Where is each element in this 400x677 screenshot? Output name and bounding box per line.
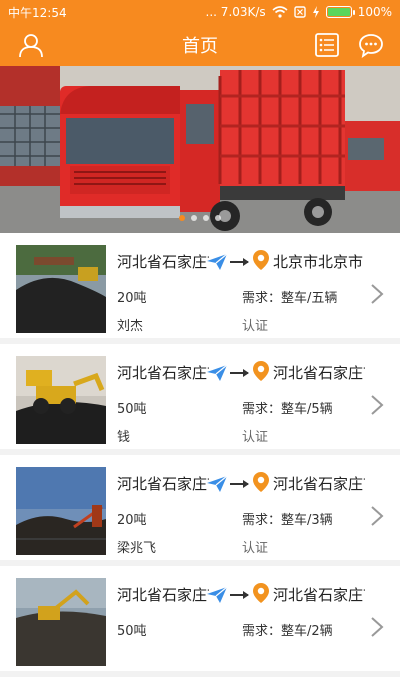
origin-location: 河北省石家庄市	[117, 475, 209, 493]
send-icon	[207, 475, 228, 492]
certification-badge: 认证	[242, 319, 269, 334]
vehicle-demand: 需求：整车/2辆	[242, 624, 333, 639]
truck-banner-image	[0, 66, 400, 233]
carousel-dot[interactable]	[215, 215, 221, 221]
origin-location: 河北省石家庄市	[117, 586, 209, 604]
nav-bar: 首页	[0, 24, 400, 66]
coal-yard-thumbnail	[16, 467, 106, 555]
cargo-weight: 20吨	[117, 291, 147, 306]
contact-name: 刘杰	[117, 319, 144, 334]
location-pin-icon	[253, 472, 269, 492]
list-item[interactable]: 河北省石家庄市 北京市北京市 20吨 需求：整车/五辆 刘杰 认证	[0, 233, 400, 338]
send-icon	[207, 253, 228, 270]
route-arrow	[230, 258, 249, 266]
cargo-list: 河北省石家庄市 北京市北京市 20吨 需求：整车/五辆 刘杰 认证 河北省石家庄…	[0, 233, 400, 677]
vehicle-demand: 需求：整车/5辆	[242, 402, 333, 417]
charging-icon	[312, 6, 319, 18]
carousel-dot[interactable]	[203, 215, 209, 221]
network-speed: ... 7.03K/s	[205, 5, 266, 19]
destination-location: 河北省石家庄市	[273, 586, 365, 604]
no-sim-icon	[293, 6, 306, 18]
battery-fill	[327, 8, 350, 16]
carousel-dots	[0, 215, 400, 221]
list-item[interactable]: 河北省石家庄市 河北省石家庄市 20吨 需求：整车/3辆 梁兆飞 认证	[0, 455, 400, 560]
list-icon[interactable]	[314, 32, 340, 58]
list-item[interactable]: 河北省石家庄市 河北省石家庄市 50吨 需求：整车/2辆	[0, 566, 400, 671]
wifi-icon	[272, 6, 288, 18]
carousel-dot[interactable]	[179, 215, 185, 221]
send-icon	[207, 586, 228, 603]
battery-percent: 100%	[357, 5, 392, 19]
send-icon	[207, 364, 228, 381]
battery-icon	[325, 6, 355, 18]
status-right: ... 7.03K/s 100%	[206, 5, 392, 19]
chevron-right-icon[interactable]	[370, 616, 384, 638]
message-icon[interactable]	[358, 32, 384, 58]
vehicle-demand: 需求：整车/3辆	[242, 513, 333, 528]
status-bar: 中午12:54 ... 7.03K/s 100%	[0, 0, 400, 24]
destination-location: 河北省石家庄市	[273, 475, 365, 493]
location-pin-icon	[253, 250, 269, 270]
cargo-weight: 50吨	[117, 402, 147, 417]
carousel-dot[interactable]	[191, 215, 197, 221]
destination-location: 北京市北京市	[273, 253, 364, 271]
route-arrow	[230, 480, 249, 488]
loader-thumbnail	[16, 356, 106, 444]
cargo-weight: 20吨	[117, 513, 147, 528]
chevron-right-icon[interactable]	[370, 505, 384, 527]
route-arrow	[230, 369, 249, 377]
origin-location: 河北省石家庄市	[117, 253, 209, 271]
contact-name: 钱	[117, 430, 131, 445]
chevron-right-icon[interactable]	[370, 283, 384, 305]
contact-name: 梁兆飞	[117, 541, 157, 556]
status-time: 中午12:54	[8, 5, 67, 20]
certification-badge: 认证	[242, 430, 269, 445]
excavator-thumbnail	[16, 578, 106, 666]
user-icon[interactable]	[18, 32, 44, 58]
coal-pile-thumbnail	[16, 245, 106, 333]
chevron-right-icon[interactable]	[370, 394, 384, 416]
location-pin-icon	[253, 583, 269, 603]
cargo-weight: 50吨	[117, 624, 147, 639]
certification-badge: 认证	[242, 541, 269, 556]
banner-carousel[interactable]	[0, 66, 400, 233]
origin-location: 河北省石家庄市	[117, 364, 209, 382]
vehicle-demand: 需求：整车/五辆	[242, 291, 338, 306]
location-pin-icon	[253, 361, 269, 381]
destination-location: 河北省石家庄市	[273, 364, 365, 382]
route-arrow	[230, 591, 249, 599]
list-item[interactable]: 河北省石家庄市 河北省石家庄市 50吨 需求：整车/5辆 钱 认证	[0, 344, 400, 449]
page-title: 首页	[182, 36, 218, 57]
